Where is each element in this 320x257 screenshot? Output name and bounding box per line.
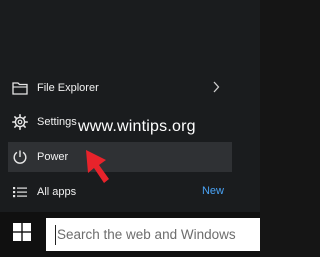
text-cursor bbox=[55, 224, 56, 245]
start-button[interactable] bbox=[0, 212, 44, 257]
start-menu: File Explorer Settings Power All apps Ne… bbox=[0, 0, 260, 212]
folder-icon bbox=[10, 78, 30, 98]
taskbar bbox=[0, 212, 260, 257]
watermark-text: www.wintips.org bbox=[78, 118, 196, 135]
new-badge: New bbox=[201, 185, 224, 197]
power-icon bbox=[10, 147, 30, 167]
chevron-right-icon bbox=[212, 81, 220, 96]
all-apps-item[interactable]: All apps New bbox=[8, 177, 232, 207]
power-label: Power bbox=[37, 151, 69, 163]
file-explorer-label: File Explorer bbox=[37, 82, 99, 94]
windows-logo-icon bbox=[13, 223, 31, 246]
all-apps-label: All apps bbox=[37, 186, 77, 198]
search-input[interactable] bbox=[57, 219, 257, 250]
search-box[interactable] bbox=[46, 218, 260, 251]
settings-label: Settings bbox=[37, 116, 77, 128]
gear-icon bbox=[10, 112, 30, 132]
file-explorer-item[interactable]: File Explorer bbox=[8, 73, 232, 103]
power-item[interactable]: Power bbox=[8, 142, 232, 172]
list-icon bbox=[10, 182, 30, 202]
